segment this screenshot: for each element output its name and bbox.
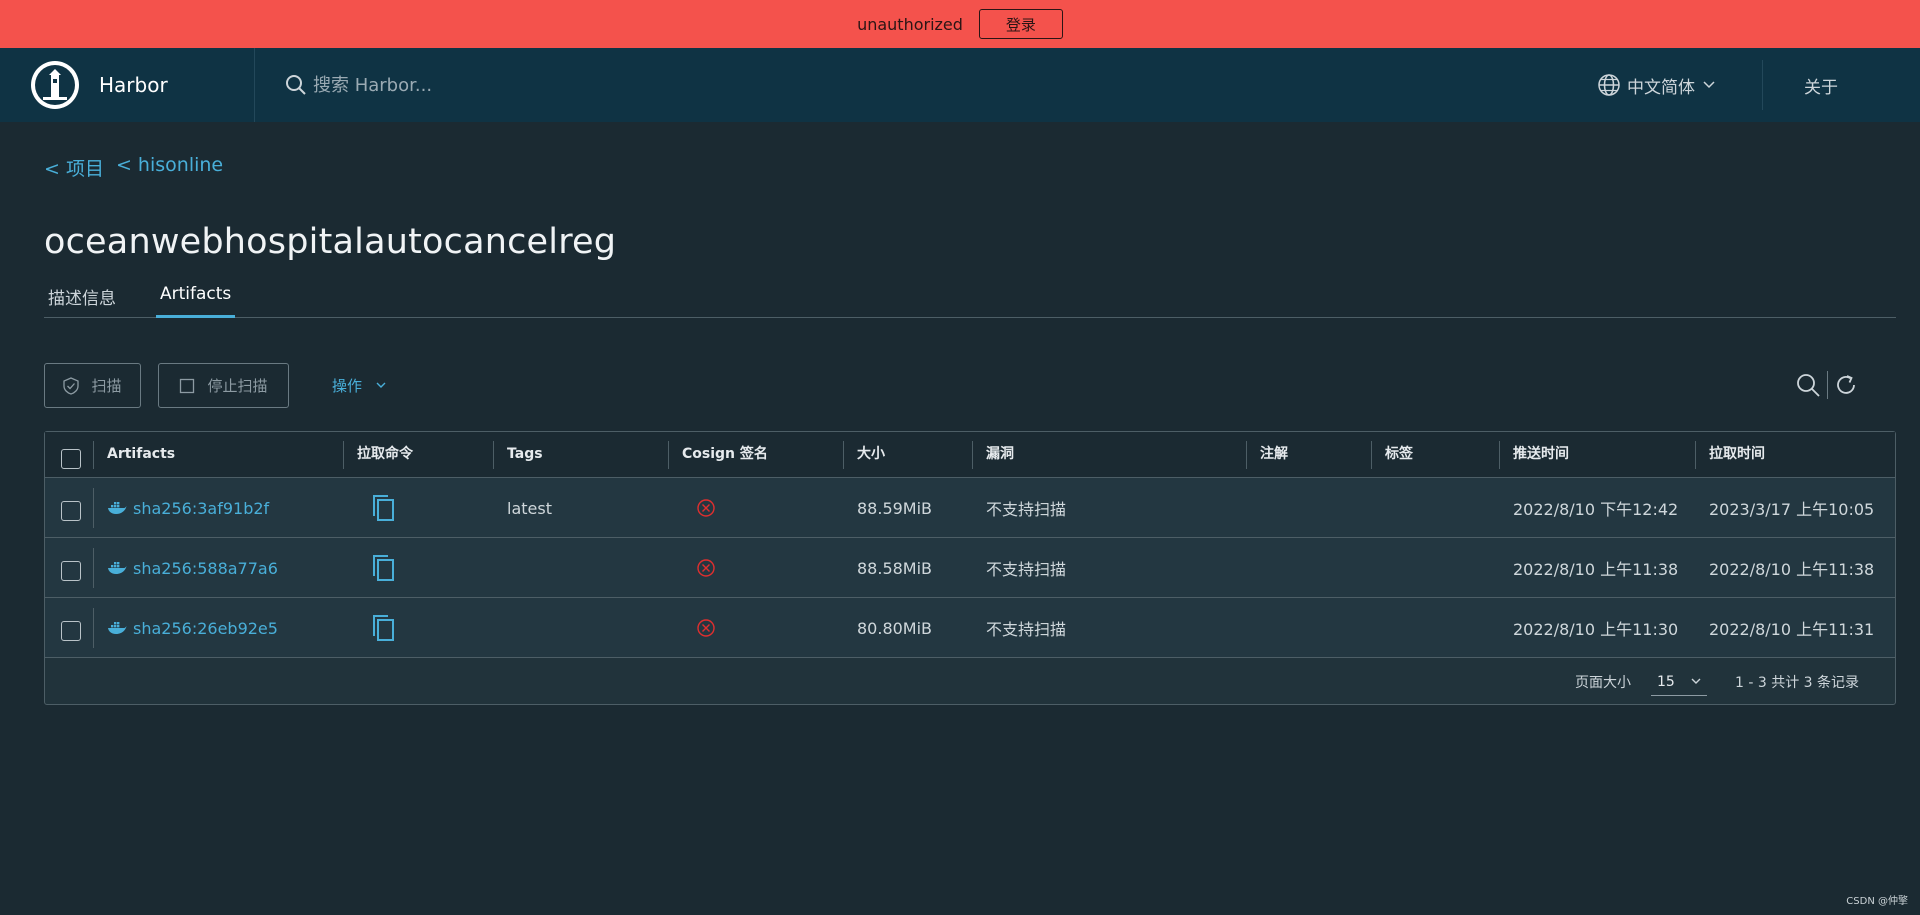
artifact-cell: sha256:588a77a6 xyxy=(93,538,278,598)
pagination-summary: 1 - 3 共计 3 条记录 xyxy=(1735,675,1860,691)
pull-time-cell: 2023/3/17 上午10:05 xyxy=(1709,500,1875,519)
artifact-digest-link[interactable]: sha256:588a77a6 xyxy=(133,559,278,578)
search-input[interactable] xyxy=(313,74,693,96)
actions-label: 操作 xyxy=(332,377,363,395)
row-checkbox[interactable] xyxy=(61,561,81,581)
docker-icon xyxy=(108,562,127,574)
tab-description[interactable]: 描述信息 xyxy=(44,284,120,318)
page-size-value: 15 xyxy=(1657,673,1675,690)
column-header-labels[interactable]: 标签 xyxy=(1371,432,1413,478)
column-header-annotations[interactable]: 注解 xyxy=(1246,432,1288,478)
tags-cell: latest xyxy=(507,498,552,518)
pull-time-cell: 2022/8/10 上午11:38 xyxy=(1709,560,1875,579)
column-header-size[interactable]: 大小 xyxy=(843,432,885,478)
search-icon[interactable] xyxy=(1795,372,1821,398)
row-checkbox[interactable] xyxy=(61,501,81,521)
pull-command-cell xyxy=(356,478,398,538)
push-time-cell: 2022/8/10 上午11:38 xyxy=(1513,560,1679,579)
artifact-toolbar: 扫描 停止扫描 操作 xyxy=(44,363,1896,408)
table-header: Artifacts 拉取命令 Tags Cosign 签名 大小 漏洞 注解 标… xyxy=(45,432,1895,478)
language-label: 中文简体 xyxy=(1627,77,1695,98)
page-title: oceanwebhospitalautocancelreg xyxy=(44,222,617,262)
login-button[interactable]: 登录 xyxy=(978,9,1063,39)
refresh-icon[interactable] xyxy=(1834,373,1858,397)
column-header-cosign[interactable]: Cosign 签名 xyxy=(668,432,768,478)
chevron-down-icon xyxy=(1691,678,1701,684)
table-row[interactable]: sha256:26eb92e5 80.80MiB 不支持扫描 2022/8/10… xyxy=(45,598,1895,658)
shield-icon xyxy=(63,376,80,395)
artifact-cell: sha256:26eb92e5 xyxy=(93,598,278,658)
column-header-artifacts[interactable]: Artifacts xyxy=(93,432,175,478)
repository-tabs: 描述信息 Artifacts xyxy=(44,284,1896,318)
artifact-digest-link[interactable]: sha256:3af91b2f xyxy=(133,499,269,518)
table-row[interactable]: sha256:3af91b2f latest 88.59MiB 不支持扫描 20… xyxy=(45,478,1895,538)
cosign-cell xyxy=(682,478,716,538)
brand-name: Harbor xyxy=(99,73,168,97)
header-divider xyxy=(1762,60,1763,110)
cosign-cell xyxy=(682,538,716,598)
page-size-select[interactable]: 15 xyxy=(1651,668,1707,696)
artifact-digest-link[interactable]: sha256:26eb92e5 xyxy=(133,619,278,638)
global-search[interactable] xyxy=(285,74,785,96)
page-size-label: 页面大小 xyxy=(1575,675,1631,691)
about-link[interactable]: 关于 xyxy=(1804,48,1838,122)
artifact-cell: sha256:3af91b2f xyxy=(93,478,269,538)
column-header-pull-time[interactable]: 拉取时间 xyxy=(1695,432,1765,478)
watermark: CSDN @仲擎 xyxy=(1846,896,1908,907)
table-row[interactable]: sha256:588a77a6 88.58MiB 不支持扫描 2022/8/10… xyxy=(45,538,1895,598)
copy-icon[interactable] xyxy=(370,613,398,643)
column-header-push-time[interactable]: 推送时间 xyxy=(1499,432,1569,478)
chevron-down-icon xyxy=(376,382,386,388)
stop-scan-label: 停止扫描 xyxy=(207,377,268,395)
globe-icon xyxy=(1598,74,1620,96)
pull-command-cell xyxy=(356,598,398,658)
breadcrumb-projects-link[interactable]: < 项目 xyxy=(44,154,104,181)
breadcrumb: < 项目 < hisonline xyxy=(44,154,223,181)
row-checkbox[interactable] xyxy=(61,621,81,641)
error-circle-icon xyxy=(697,499,715,517)
tags-cell xyxy=(493,598,507,658)
column-header-tags[interactable]: Tags xyxy=(493,432,543,478)
unauthorized-banner: unauthorized 登录 xyxy=(0,0,1920,48)
push-time-cell: 2022/8/10 下午12:42 xyxy=(1513,500,1679,519)
table-tools xyxy=(1795,371,1858,399)
artifacts-table: Artifacts 拉取命令 Tags Cosign 签名 大小 漏洞 注解 标… xyxy=(44,431,1896,705)
size-cell: 80.80MiB xyxy=(857,618,933,638)
cosign-cell xyxy=(682,598,716,658)
brand-area[interactable]: Harbor xyxy=(0,48,255,122)
tab-artifacts[interactable]: Artifacts xyxy=(156,284,236,318)
error-circle-icon xyxy=(697,559,715,577)
error-circle-icon xyxy=(697,619,715,637)
stop-scan-button[interactable]: 停止扫描 xyxy=(158,363,289,408)
search-icon xyxy=(286,75,306,95)
size-cell: 88.58MiB xyxy=(857,558,933,578)
tools-divider xyxy=(1827,371,1828,399)
column-header-pull-command[interactable]: 拉取命令 xyxy=(343,432,413,478)
vulnerabilities-cell: 不支持扫描 xyxy=(986,560,1067,579)
actions-dropdown[interactable]: 操作 xyxy=(332,363,386,408)
docker-icon xyxy=(108,622,127,634)
size-cell: 88.59MiB xyxy=(857,498,933,518)
table-footer: 页面大小 15 1 - 3 共计 3 条记录 xyxy=(45,659,1895,705)
push-time-cell: 2022/8/10 上午11:30 xyxy=(1513,620,1679,639)
pull-command-cell xyxy=(356,538,398,598)
stop-icon xyxy=(180,378,195,393)
docker-icon xyxy=(108,502,127,514)
tags-cell xyxy=(493,538,507,598)
chevron-down-icon xyxy=(1703,81,1715,89)
language-selector[interactable]: 中文简体 xyxy=(1597,48,1715,122)
pull-time-cell: 2022/8/10 上午11:31 xyxy=(1709,620,1875,639)
vulnerabilities-cell: 不支持扫描 xyxy=(986,500,1067,519)
select-all-checkbox[interactable] xyxy=(61,449,81,469)
copy-icon[interactable] xyxy=(370,493,398,523)
column-header-vulnerabilities[interactable]: 漏洞 xyxy=(972,432,1014,478)
scan-label: 扫描 xyxy=(91,377,122,395)
app-header: Harbor 中文简体 关于 xyxy=(0,48,1920,122)
copy-icon[interactable] xyxy=(370,553,398,583)
scan-button[interactable]: 扫描 xyxy=(44,363,141,408)
vulnerabilities-cell: 不支持扫描 xyxy=(986,620,1067,639)
harbor-logo-icon xyxy=(31,61,79,109)
banner-message: unauthorized xyxy=(857,14,963,34)
breadcrumb-project-link[interactable]: < hisonline xyxy=(116,154,223,181)
